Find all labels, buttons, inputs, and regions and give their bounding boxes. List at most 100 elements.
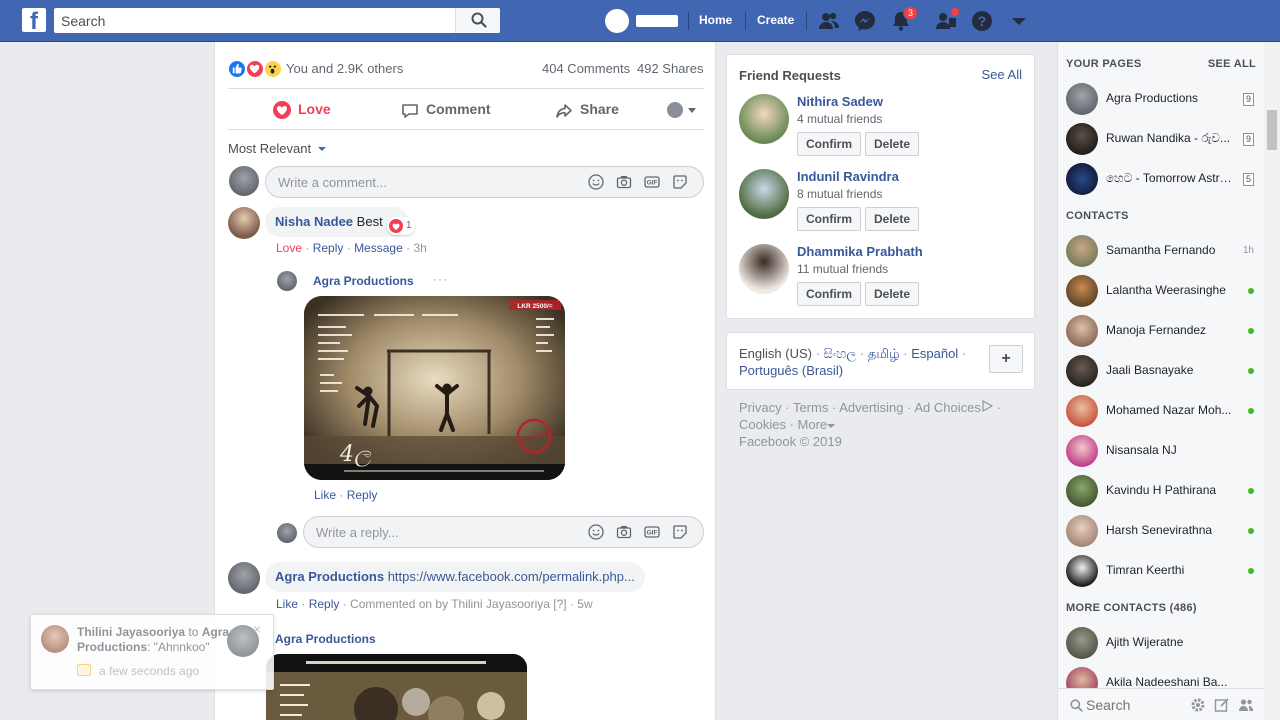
confirm-button[interactable]: Confirm xyxy=(797,207,861,231)
friend-request-avatar[interactable] xyxy=(739,244,789,294)
notifications-bell-icon[interactable]: 3 xyxy=(890,6,918,32)
gif-icon[interactable]: GIF xyxy=(644,524,660,540)
comment-author-link[interactable]: Nisha Nadee xyxy=(275,214,353,229)
cookies-link[interactable]: Cookies xyxy=(739,417,786,432)
friend-request-avatar[interactable] xyxy=(739,169,789,219)
language-sinhala-link[interactable]: සිංහල xyxy=(824,346,857,361)
camera-icon[interactable] xyxy=(616,174,632,190)
friend-request-name[interactable]: Nithira Sadew xyxy=(797,94,883,109)
post-as-selector[interactable] xyxy=(667,102,703,118)
comment-reaction-badge[interactable]: 1 xyxy=(387,217,415,235)
friend-request-avatar[interactable] xyxy=(739,94,789,144)
ad-choices-icon[interactable] xyxy=(981,399,994,413)
comment-input[interactable] xyxy=(266,167,566,197)
reply-author-avatar[interactable] xyxy=(277,271,297,291)
contact-item[interactable]: Jaali Basnayake xyxy=(1066,353,1256,389)
reply-input[interactable] xyxy=(304,517,564,547)
reaction-summary-text[interactable]: You and 2.9K others xyxy=(286,61,403,76)
contact-item[interactable]: Ajith Wijeratne xyxy=(1066,625,1256,661)
reply-reply-link[interactable]: Reply xyxy=(347,488,378,502)
contact-item[interactable]: Timran Keerthi xyxy=(1066,553,1256,589)
advertising-link[interactable]: Advertising xyxy=(839,400,903,415)
new-message-icon[interactable] xyxy=(1214,697,1230,713)
messenger-icon[interactable] xyxy=(854,10,876,32)
delete-button[interactable]: Delete xyxy=(865,207,919,231)
create-group-icon[interactable] xyxy=(1238,697,1254,713)
sidebar-page-item[interactable]: Ruwan Nandika - රුව... 9 xyxy=(1066,121,1256,157)
like-reaction-icon[interactable] xyxy=(228,60,246,78)
mutual-friends-text[interactable]: 4 mutual friends xyxy=(797,112,882,126)
comment-reply-link[interactable]: Reply xyxy=(313,241,344,255)
chat-search-input[interactable] xyxy=(1086,695,1186,715)
reply-like-link[interactable]: Like xyxy=(314,488,336,502)
comment-timestamp[interactable]: 3h xyxy=(413,241,426,255)
comment-sort-dropdown[interactable]: Most Relevant xyxy=(228,141,326,156)
contact-item[interactable]: Mohamed Nazar Moh... xyxy=(1066,393,1256,429)
comment-message-link[interactable]: Message xyxy=(354,241,403,255)
sticker-icon[interactable] xyxy=(672,174,688,190)
home-link[interactable]: Home xyxy=(699,13,732,27)
search-input[interactable] xyxy=(54,8,454,33)
facebook-logo-icon[interactable]: f xyxy=(22,8,46,32)
mutual-friends-text[interactable]: 8 mutual friends xyxy=(797,187,882,201)
create-link[interactable]: Create xyxy=(757,13,794,27)
account-menu-chevron-down-icon[interactable] xyxy=(1008,10,1030,32)
help-icon[interactable]: ? xyxy=(971,10,993,32)
notification-toast[interactable]: Thilini Jayasooriya to Agra Productions:… xyxy=(30,614,274,690)
gear-icon[interactable] xyxy=(1190,697,1206,713)
commenter-avatar[interactable] xyxy=(228,562,260,594)
comment-timestamp[interactable]: 5w xyxy=(577,597,592,611)
profile-avatar[interactable] xyxy=(605,9,629,33)
page-activity-icon[interactable] xyxy=(935,7,960,32)
delete-button[interactable]: Delete xyxy=(865,132,919,156)
contact-item[interactable]: Kavindu H Pathirana xyxy=(1066,473,1256,509)
mutual-friends-text[interactable]: 11 mutual friends xyxy=(797,262,888,276)
friend-requests-icon[interactable] xyxy=(818,10,840,32)
sidebar-page-item[interactable]: හෙට - Tomorrow Astrol... 5 xyxy=(1066,161,1256,197)
contact-item[interactable]: Harsh Senevirathna xyxy=(1066,513,1256,549)
ad-choices-link[interactable]: Ad Choices xyxy=(914,400,980,415)
wow-reaction-icon[interactable] xyxy=(264,60,282,78)
comment-author-link[interactable]: Agra Productions xyxy=(275,569,384,584)
privacy-link[interactable]: Privacy xyxy=(739,400,782,415)
confirm-button[interactable]: Confirm xyxy=(797,132,861,156)
camera-icon[interactable] xyxy=(616,524,632,540)
contact-item[interactable]: Manoja Fernandez xyxy=(1066,313,1256,349)
emoji-icon[interactable] xyxy=(588,174,604,190)
language-portuguese-link[interactable]: Português (Brasil) xyxy=(739,363,843,378)
embedded-post-author[interactable]: Agra Productions xyxy=(275,632,376,646)
gif-icon[interactable]: GIF xyxy=(644,174,660,190)
delete-button[interactable]: Delete xyxy=(865,282,919,306)
page-scrollbar[interactable] xyxy=(1264,42,1280,720)
friend-request-name[interactable]: Indunil Ravindra xyxy=(797,169,899,184)
love-reaction-icon[interactable] xyxy=(246,60,264,78)
see-all-pages-link[interactable]: SEE ALL xyxy=(1208,58,1256,70)
add-language-button[interactable]: + xyxy=(989,345,1023,373)
sticker-icon[interactable] xyxy=(672,524,688,540)
contact-item[interactable]: Lalantha Weerasinghe xyxy=(1066,273,1256,309)
commenter-avatar[interactable] xyxy=(228,207,260,239)
embedded-post-image[interactable] xyxy=(266,654,527,720)
friend-request-name[interactable]: Dhammika Prabhath xyxy=(797,244,923,259)
reply-image-attachment[interactable]: LKR 2500/= PATENTED 4ල xyxy=(304,296,565,480)
shares-count-link[interactable]: 492 Shares xyxy=(637,61,704,76)
reply-more-options-icon[interactable]: ··· xyxy=(433,272,448,286)
search-button[interactable] xyxy=(455,8,500,33)
language-tamil-link[interactable]: தமிழ் xyxy=(868,346,900,361)
contact-item[interactable]: Samantha Fernando 1h xyxy=(1066,233,1256,269)
reply-author-link[interactable]: Agra Productions xyxy=(313,274,414,288)
language-spanish-link[interactable]: Español xyxy=(911,346,958,361)
profile-name-redacted[interactable] xyxy=(636,15,678,27)
sidebar-page-item[interactable]: Agra Productions 9 xyxy=(1066,81,1256,117)
confirm-button[interactable]: Confirm xyxy=(797,282,861,306)
contact-item[interactable]: Nisansala NJ xyxy=(1066,433,1256,469)
friend-requests-see-all-link[interactable]: See All xyxy=(982,67,1022,82)
close-icon[interactable]: × xyxy=(253,621,261,637)
scrollbar-thumb[interactable] xyxy=(1267,110,1277,150)
comment-reply-link[interactable]: Reply xyxy=(309,597,340,611)
more-link[interactable]: More xyxy=(798,417,828,432)
comment-love-link[interactable]: Love xyxy=(276,241,302,255)
terms-link[interactable]: Terms xyxy=(793,400,828,415)
comment-like-link[interactable]: Like xyxy=(276,597,298,611)
comments-count-link[interactable]: 404 Comments xyxy=(542,61,630,76)
